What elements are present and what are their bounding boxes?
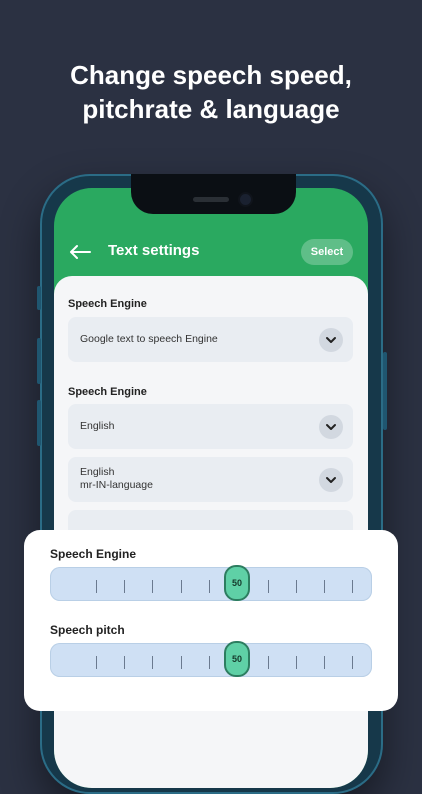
slider-tick (352, 656, 353, 669)
slider-tick (96, 580, 97, 593)
phone-side-button (37, 338, 41, 384)
slider-tick (352, 580, 353, 593)
slider-thumb[interactable]: 50 (224, 565, 250, 601)
pitch-label: Speech pitch (50, 623, 125, 637)
slider-tick (296, 656, 297, 669)
dropdown-value: Google text to speech Engine (80, 333, 218, 345)
pitch-slider[interactable]: 50 (50, 641, 372, 677)
slider-tick (268, 580, 269, 593)
slider-tick (209, 656, 210, 669)
slider-tick (124, 580, 125, 593)
slider-tick (209, 580, 210, 593)
phone-side-button (37, 400, 41, 446)
chevron-down-icon[interactable] (319, 328, 343, 352)
slider-tick (124, 656, 125, 669)
slider-tick (181, 656, 182, 669)
phone-side-button (37, 286, 41, 310)
slider-tick (268, 656, 269, 669)
headline-line-1: Change speech speed, (70, 60, 352, 90)
language-dropdown[interactable]: English (68, 404, 353, 449)
slider-tick (152, 580, 153, 593)
section-label-language: Speech Engine (68, 386, 147, 398)
slider-tick (324, 580, 325, 593)
dropdown-value: English (80, 420, 115, 432)
slider-tick (324, 656, 325, 669)
speaker-grille (193, 197, 229, 202)
rate-label: Speech Engine (50, 547, 137, 561)
slider-tick (181, 580, 182, 593)
promo-headline: Change speech speed, pitchrate & languag… (0, 58, 422, 126)
camera-icon (240, 194, 251, 205)
dropdown-value-line-2: mr-IN-language (80, 479, 153, 491)
select-button[interactable]: Select (301, 239, 353, 265)
voice-dropdown[interactable]: English mr-IN-language (68, 457, 353, 502)
page-title: Text settings (108, 242, 200, 259)
section-label-engine: Speech Engine (68, 298, 147, 310)
slider-tick (296, 580, 297, 593)
chevron-down-icon[interactable] (319, 415, 343, 439)
speech-controls-card: Speech Engine 50 Speech pitch 50 (24, 530, 398, 711)
headline-line-2: pitchrate & language (82, 94, 340, 124)
chevron-down-icon[interactable] (319, 468, 343, 492)
engine-dropdown[interactable]: Google text to speech Engine (68, 317, 353, 362)
rate-slider[interactable]: 50 (50, 565, 372, 601)
phone-side-button (383, 352, 387, 430)
arrow-left-icon[interactable] (68, 240, 92, 264)
slider-tick (152, 656, 153, 669)
phone-notch (131, 174, 296, 214)
dropdown-value-line-1: English (80, 466, 115, 478)
slider-tick (96, 656, 97, 669)
slider-thumb[interactable]: 50 (224, 641, 250, 677)
